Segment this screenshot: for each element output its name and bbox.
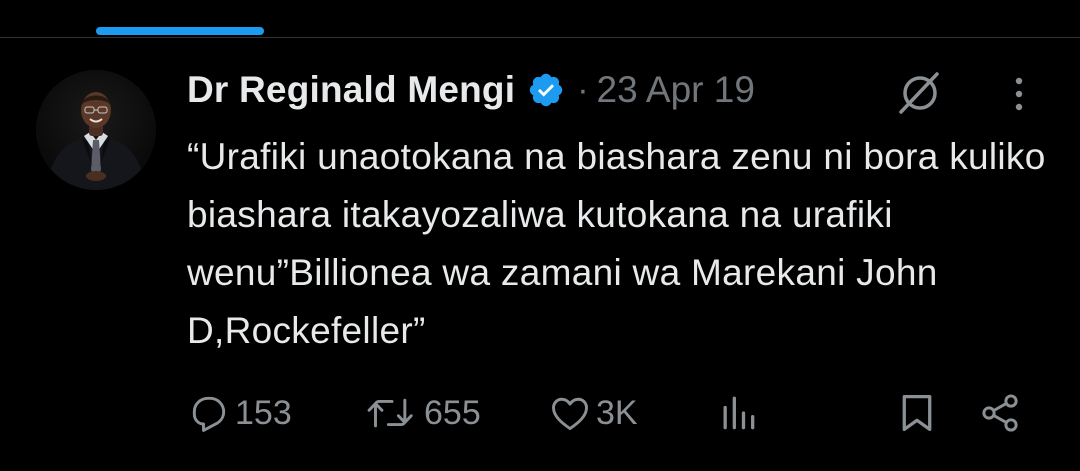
like-button[interactable]: 3K xyxy=(548,385,638,441)
tab-divider xyxy=(0,37,1080,38)
active-tab-indicator xyxy=(96,27,264,35)
post-date[interactable]: 23 Apr 19 xyxy=(597,69,755,111)
date-separator: · xyxy=(577,70,589,109)
reply-icon xyxy=(192,396,226,432)
more-vertical-icon[interactable] xyxy=(1004,74,1034,114)
author-name[interactable]: Dr Reginald Mengi xyxy=(187,69,515,111)
bookmark-icon xyxy=(902,395,932,431)
action-bar: 153 655 3K xyxy=(0,385,1080,441)
views-icon xyxy=(723,396,755,430)
verified-badge-icon[interactable] xyxy=(527,71,565,109)
bookmark-button[interactable] xyxy=(897,385,937,441)
reply-button[interactable]: 153 xyxy=(187,385,292,441)
views-button[interactable] xyxy=(716,385,760,441)
avatar-photo-icon xyxy=(36,70,156,190)
avatar[interactable] xyxy=(36,70,156,190)
repost-count: 655 xyxy=(424,393,481,432)
tweet-header: Dr Reginald Mengi · 23 Apr 19 xyxy=(187,62,755,118)
like-count: 3K xyxy=(596,393,638,432)
heart-icon xyxy=(552,397,588,431)
share-button[interactable] xyxy=(978,385,1022,441)
reply-count: 153 xyxy=(235,393,292,432)
repost-button[interactable]: 655 xyxy=(364,385,481,441)
share-icon xyxy=(982,394,1018,432)
grok-icon[interactable] xyxy=(893,66,947,120)
repost-icon xyxy=(367,398,413,428)
tweet-text: “Urafiki unaotokana na biashara zenu ni … xyxy=(187,136,1046,351)
